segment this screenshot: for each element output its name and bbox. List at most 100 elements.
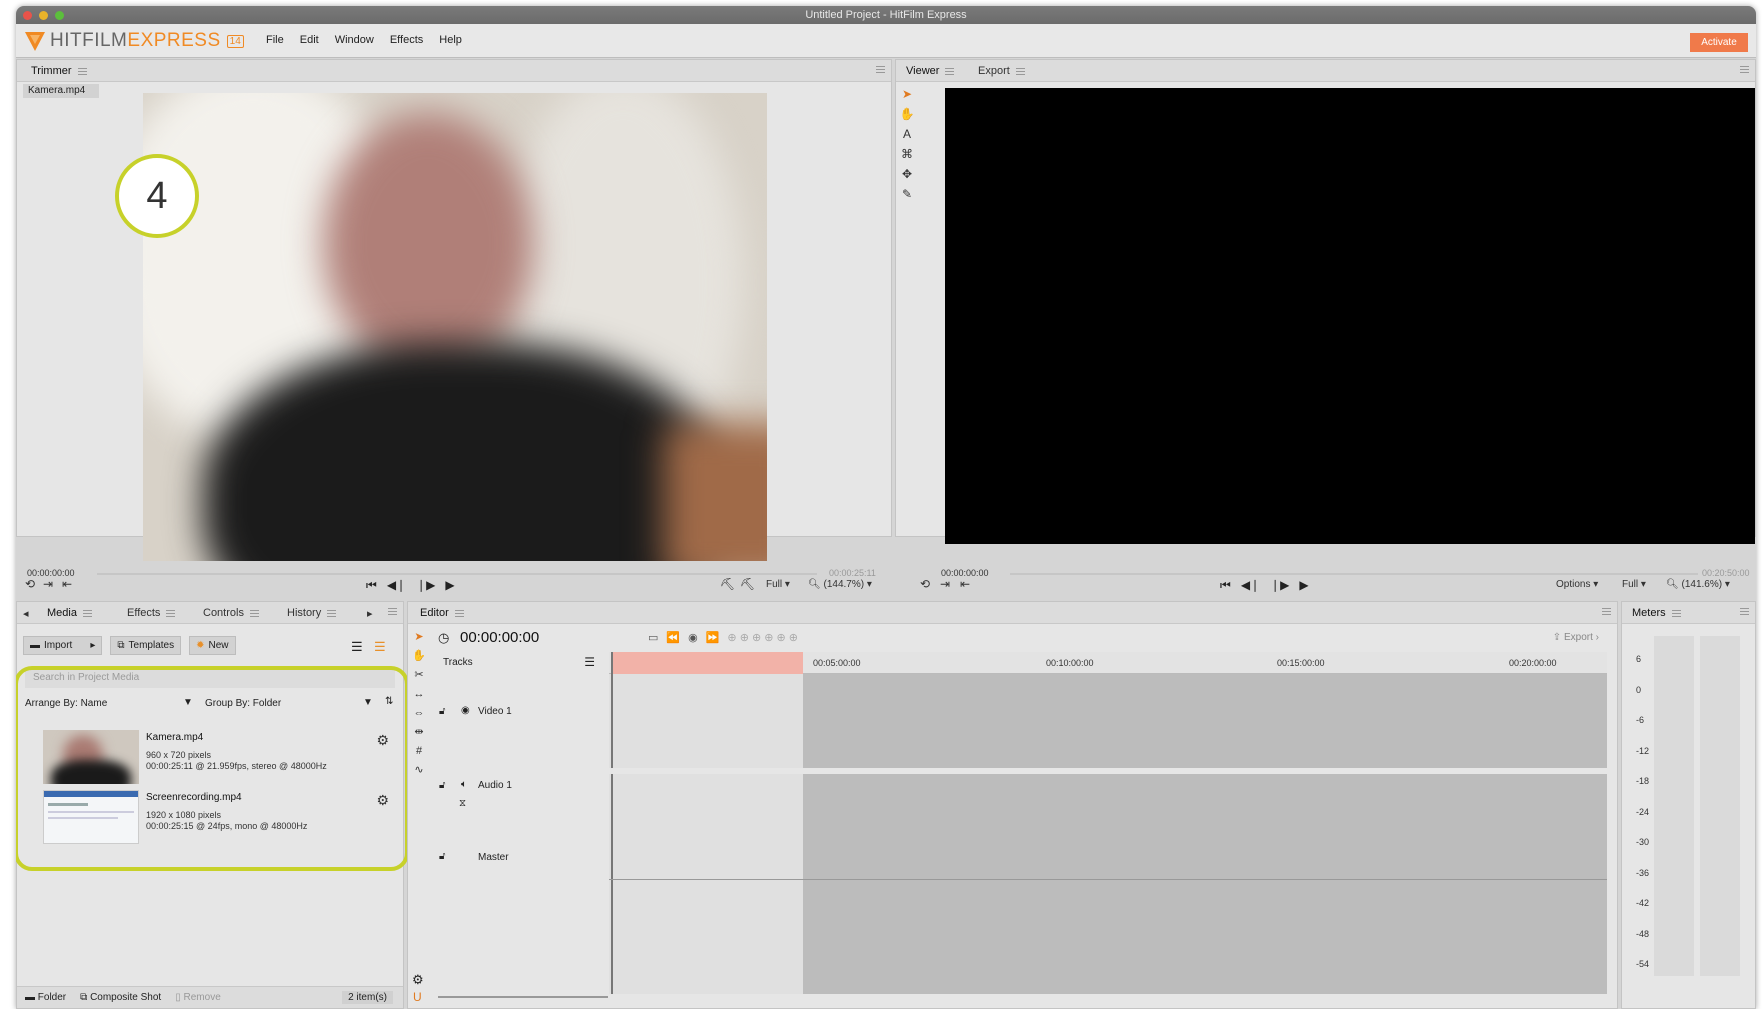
timeline-ruler[interactable]: 00:05:00:00 00:10:00:00 00:15:00:00 00:2… bbox=[609, 652, 1607, 674]
lock-icon[interactable]: 🔓︎ bbox=[439, 780, 445, 791]
go-start-icon[interactable]: ⏮ bbox=[366, 578, 377, 593]
list-view-icon[interactable]: ☰ bbox=[351, 639, 363, 655]
panel-menu-icon[interactable] bbox=[1602, 608, 1611, 615]
import-button[interactable]: ▬ Import ▸ bbox=[23, 636, 103, 655]
menu-icon[interactable] bbox=[249, 609, 259, 617]
panel-menu-icon[interactable] bbox=[1740, 66, 1749, 73]
tab-meters[interactable]: Meters bbox=[1632, 607, 1681, 619]
editor-timecode[interactable]: 00:00:00:00 bbox=[460, 629, 539, 646]
tracks-menu-icon[interactable]: ☰ bbox=[584, 655, 595, 669]
trimmer-zoom-select[interactable]: 🔍︎ (144.7%) ▾ bbox=[808, 579, 872, 590]
work-area[interactable] bbox=[613, 652, 803, 674]
hand-tool-icon[interactable]: ✋ bbox=[898, 104, 916, 124]
menu-icon[interactable] bbox=[1015, 67, 1025, 75]
overlay-icon[interactable]: ⇤ bbox=[62, 578, 72, 590]
set-in-icon[interactable]: ⛏ bbox=[720, 578, 735, 590]
new-button[interactable]: ✹ New bbox=[189, 636, 236, 655]
forward-icon[interactable]: ⏩ bbox=[706, 631, 720, 644]
select-tool-icon[interactable]: ➤ bbox=[898, 84, 916, 104]
editor-settings-icon[interactable]: ⚙ bbox=[412, 972, 424, 988]
menu-icon[interactable] bbox=[77, 67, 87, 75]
select-tool-icon[interactable]: ➤ bbox=[410, 628, 428, 647]
set-out-icon[interactable]: ⛏ bbox=[740, 578, 755, 590]
panel-menu-icon[interactable] bbox=[1740, 608, 1749, 615]
viewer-step-forward-icon[interactable]: ❘▶ bbox=[1270, 578, 1289, 593]
transform-tool-icon[interactable]: ⌘ bbox=[898, 144, 916, 164]
trimmer-clip-tab[interactable]: Kamera.mp4 bbox=[23, 84, 99, 98]
insert-icon[interactable]: ⇥ bbox=[43, 578, 53, 590]
speaker-icon[interactable]: 🔈︎ bbox=[461, 779, 467, 790]
record-icon[interactable]: ◉ bbox=[688, 631, 698, 644]
slide-tool-icon[interactable]: ⇔ bbox=[410, 704, 428, 723]
eye-icon[interactable]: ◉ bbox=[461, 705, 470, 716]
tab-export[interactable]: Export bbox=[978, 65, 1025, 77]
rewind-icon[interactable]: ⏪ bbox=[666, 631, 680, 644]
viewer-step-back-icon[interactable]: ◀❘ bbox=[1241, 578, 1260, 593]
menu-icon[interactable] bbox=[327, 609, 337, 617]
viewer-quality-select[interactable]: Full ▾ bbox=[1622, 579, 1646, 590]
text-tool-icon[interactable]: A bbox=[898, 124, 916, 144]
lock-icon[interactable]: 🔓︎ bbox=[439, 706, 445, 717]
detail-view-icon[interactable]: ☰ bbox=[374, 639, 386, 655]
rate-tool-icon[interactable]: # bbox=[410, 742, 428, 761]
remove-button[interactable]: ▯ Remove bbox=[175, 992, 221, 1003]
audio-fx-icon[interactable]: ⧖ bbox=[459, 798, 466, 809]
menu-window[interactable]: Window bbox=[335, 34, 374, 46]
viewer-go-start-icon[interactable]: ⏮ bbox=[1220, 578, 1231, 593]
viewer-zoom-select[interactable]: 🔍︎ (141.6%) ▾ bbox=[1666, 579, 1730, 590]
activate-button[interactable]: Activate bbox=[1690, 33, 1748, 52]
editor-export-button[interactable]: ⇪ Export › bbox=[1553, 632, 1599, 643]
menu-edit[interactable]: Edit bbox=[300, 34, 319, 46]
tab-editor[interactable]: Editor bbox=[420, 607, 464, 619]
tabs-scroll-left[interactable]: ◂ bbox=[23, 607, 29, 620]
magnet-icon[interactable]: U bbox=[413, 990, 422, 1004]
tab-viewer[interactable]: Viewer bbox=[906, 65, 955, 77]
templates-button[interactable]: ⧉ Templates bbox=[110, 636, 182, 655]
step-forward-icon[interactable]: ❘▶ bbox=[416, 578, 435, 593]
ripple-tool-icon[interactable]: ⇹ bbox=[410, 723, 428, 742]
viewer-video[interactable] bbox=[945, 88, 1755, 544]
tab-media[interactable]: Media bbox=[47, 607, 92, 619]
move-tool-icon[interactable]: ✥ bbox=[898, 164, 916, 184]
composite-shot-button[interactable]: ⧉ Composite Shot bbox=[80, 992, 161, 1003]
tab-history[interactable]: History bbox=[287, 607, 337, 619]
play-icon[interactable]: ▶ bbox=[445, 578, 454, 593]
panel-menu-icon[interactable] bbox=[876, 66, 885, 73]
menu-icon[interactable] bbox=[945, 67, 955, 75]
trimmer-scrubber[interactable] bbox=[97, 573, 817, 575]
playhead[interactable] bbox=[611, 652, 613, 994]
timeline-area[interactable]: 00:05:00:00 00:10:00:00 00:15:00:00 00:2… bbox=[609, 652, 1607, 994]
viewer-scrubber[interactable] bbox=[1010, 573, 1698, 575]
trimmer-video[interactable] bbox=[143, 93, 767, 561]
timeline-zoom-slider[interactable] bbox=[438, 996, 608, 998]
razor-tool-icon[interactable]: ✂ bbox=[410, 666, 428, 685]
new-folder-button[interactable]: ▬ Folder bbox=[25, 992, 66, 1003]
viewer-loop-icon[interactable]: ⟲ bbox=[920, 578, 930, 590]
pen-tool-icon[interactable]: ✎ bbox=[898, 184, 916, 204]
lock-icon[interactable]: 🔓︎ bbox=[439, 851, 445, 862]
tab-controls[interactable]: Controls bbox=[203, 607, 259, 619]
close-window-button[interactable] bbox=[23, 11, 32, 20]
viewer-overlay-icon[interactable]: ⇤ bbox=[960, 578, 970, 590]
frame-icon[interactable]: ▭ bbox=[648, 631, 658, 644]
menu-file[interactable]: File bbox=[266, 34, 284, 46]
viewer-play-icon[interactable]: ▶ bbox=[1299, 578, 1308, 593]
viewer-insert-icon[interactable]: ⇥ bbox=[940, 578, 950, 590]
step-back-icon[interactable]: ◀❘ bbox=[387, 578, 406, 593]
menu-icon[interactable] bbox=[454, 609, 464, 617]
minimize-window-button[interactable] bbox=[39, 11, 48, 20]
loop-icon[interactable]: ⟲ bbox=[25, 578, 35, 590]
menu-icon[interactable] bbox=[1671, 609, 1681, 617]
hand-tool-icon[interactable]: ✋ bbox=[410, 647, 428, 666]
marker-icon[interactable]: ⊕ ⊕ ⊕ ⊕ ⊕ ⊕ bbox=[727, 631, 798, 644]
menu-icon[interactable] bbox=[82, 609, 92, 617]
snap-tool-icon[interactable]: ∿ bbox=[410, 761, 428, 780]
menu-icon[interactable] bbox=[166, 609, 176, 617]
viewer-options-select[interactable]: Options ▾ bbox=[1556, 579, 1598, 590]
slip-tool-icon[interactable]: ↔ bbox=[410, 685, 428, 704]
zoom-window-button[interactable] bbox=[55, 11, 64, 20]
tab-trimmer[interactable]: Trimmer bbox=[31, 65, 87, 77]
menu-effects[interactable]: Effects bbox=[390, 34, 423, 46]
menu-help[interactable]: Help bbox=[439, 34, 462, 46]
tabs-scroll-right[interactable]: ▸ bbox=[367, 607, 373, 620]
